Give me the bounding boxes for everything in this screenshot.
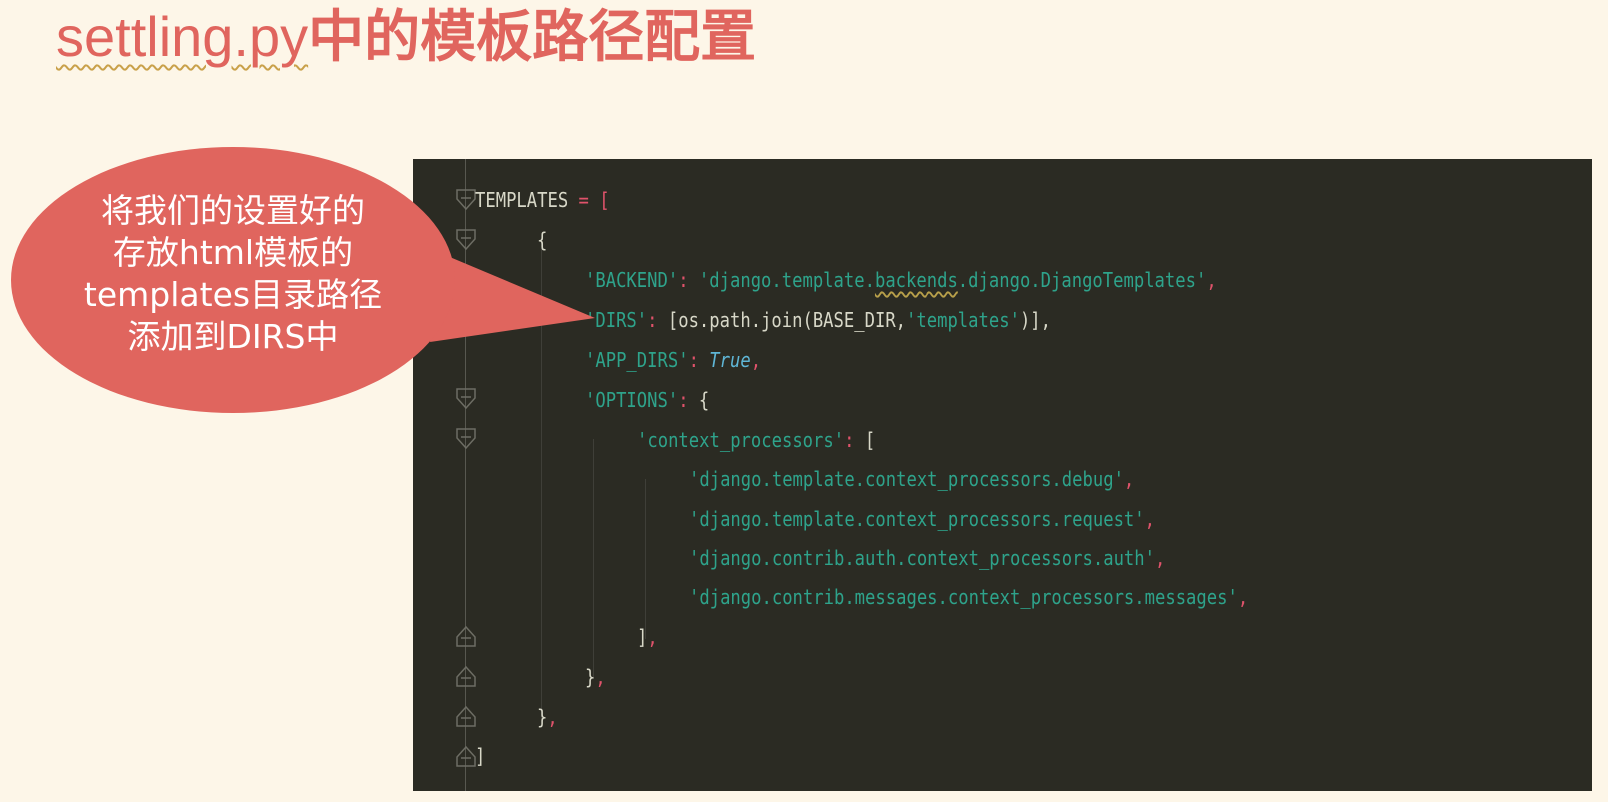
code-line[interactable]: 'django.template.context_processors.debu… bbox=[689, 459, 1134, 499]
code-call: )], bbox=[1019, 308, 1052, 332]
code-comma: , bbox=[647, 625, 658, 649]
code-brace: } bbox=[585, 665, 596, 689]
code-string: 'context_processors' bbox=[637, 428, 845, 452]
code-comma: , bbox=[1206, 268, 1217, 292]
code-comma: , bbox=[1144, 507, 1155, 531]
code-colon: : bbox=[678, 268, 699, 292]
callout-line: 将我们的设置好的 bbox=[101, 191, 365, 230]
code-string: 'django.contrib.messages.context_process… bbox=[689, 585, 1238, 609]
code-line[interactable]: 'django.contrib.messages.context_process… bbox=[689, 577, 1248, 617]
code-line[interactable]: }, bbox=[537, 697, 558, 737]
fold-close-icon[interactable] bbox=[456, 745, 476, 767]
code-string: 'templates' bbox=[906, 308, 1020, 332]
code-line[interactable]: 'django.template.context_processors.requ… bbox=[689, 499, 1155, 539]
code-comma: , bbox=[1154, 546, 1166, 570]
code-line[interactable]: 'django.contrib.auth.context_processors.… bbox=[689, 538, 1165, 578]
code-line[interactable]: 'BACKEND': 'django.template.backends.dja… bbox=[585, 260, 1217, 300]
code-bracket: [ bbox=[864, 428, 876, 452]
code-line[interactable]: ], bbox=[637, 617, 658, 657]
callout-line: 存放html模板的 bbox=[112, 233, 354, 272]
code-comma: , bbox=[750, 348, 762, 372]
title-text: 中的模板路径配置 bbox=[308, 5, 757, 70]
code-line[interactable]: 'context_processors': [ bbox=[637, 420, 875, 460]
code-comma: , bbox=[595, 665, 606, 689]
code-brace: } bbox=[537, 705, 548, 729]
fold-close-icon[interactable] bbox=[456, 705, 476, 727]
code-colon: : bbox=[688, 348, 710, 372]
fold-close-icon[interactable] bbox=[456, 625, 476, 647]
fold-close-icon[interactable] bbox=[456, 665, 476, 687]
code-comma: , bbox=[1237, 585, 1249, 609]
code-bracket: ] bbox=[475, 744, 486, 768]
code-line[interactable]: 'DIRS': [os.path.join(BASE_DIR,'template… bbox=[585, 300, 1051, 340]
code-keyword: True bbox=[709, 348, 751, 372]
slide-title: settling.py中的模板路径配置 bbox=[56, 2, 756, 72]
code-string: 'django.template. bbox=[698, 268, 875, 292]
indent-guide bbox=[593, 439, 594, 679]
code-string: 'django.template.context_processors.debu… bbox=[689, 467, 1124, 491]
code-string: 'django.template.context_processors.requ… bbox=[689, 507, 1145, 531]
code-colon: : bbox=[844, 428, 865, 452]
indent-guide bbox=[645, 479, 646, 639]
title-filename: settling.py bbox=[56, 5, 309, 68]
code-string: backends bbox=[874, 268, 958, 292]
callout-line: templates目录路径 bbox=[83, 275, 383, 314]
code-brace: { bbox=[698, 388, 710, 412]
code-comma: , bbox=[547, 705, 558, 729]
code-line[interactable]: ] bbox=[475, 736, 485, 776]
code-comma: , bbox=[1123, 467, 1135, 491]
code-colon: : bbox=[647, 308, 668, 332]
code-string: .django.DjangoTemplates' bbox=[957, 268, 1207, 292]
code-string: 'django.contrib.auth.context_processors.… bbox=[689, 546, 1155, 570]
callout-text: 将我们的设置好的 存放html模板的 templates目录路径 添加到DIRS… bbox=[72, 190, 394, 358]
code-colon: : bbox=[678, 388, 699, 412]
callout-line: 添加到DIRS中 bbox=[127, 317, 339, 356]
code-line[interactable]: }, bbox=[585, 657, 606, 697]
code-call: [os.path.join(BASE_DIR, bbox=[667, 308, 907, 332]
code-bracket: ] bbox=[637, 625, 648, 649]
